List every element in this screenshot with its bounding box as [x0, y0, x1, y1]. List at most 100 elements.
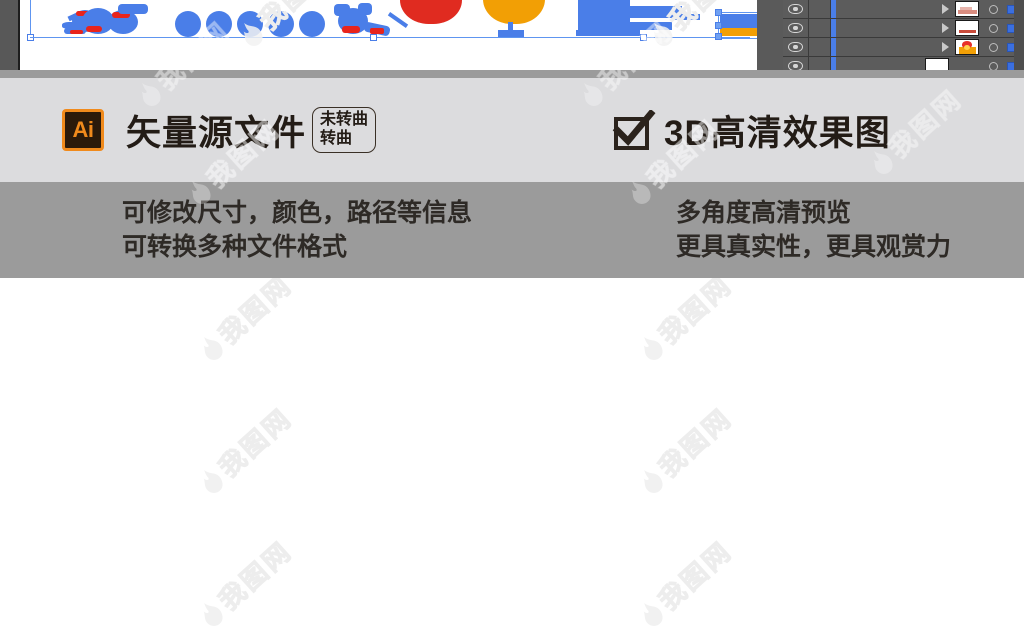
selection-handle-mid-right[interactable]	[640, 34, 647, 41]
vector-shape	[70, 30, 83, 34]
description-line: 多角度高清预览	[676, 198, 852, 227]
vector-text-outline	[672, 14, 700, 20]
selection-handle-ml[interactable]	[715, 22, 722, 29]
feature-description-band: 可修改尺寸，颜色，路径等信息 可转换多种文件格式 多角度高清预览 更具真实性，更…	[0, 113, 1024, 278]
layer-thumbnail	[955, 20, 979, 36]
triangle-right-icon[interactable]	[942, 4, 949, 14]
layer-lock-toggle[interactable]	[809, 57, 831, 70]
watermark-text: 我图网	[883, 83, 969, 165]
layer-color-bar	[831, 0, 836, 18]
layer-row[interactable]	[783, 0, 1024, 19]
layer-thumbnail	[955, 1, 979, 17]
adobe-illustrator-icon: Ai	[62, 109, 104, 151]
illustrator-strip-bottom-bar	[0, 70, 1024, 78]
description-line: 可转换多种文件格式	[122, 233, 348, 261]
watermark-text: 我图网	[250, 0, 339, 37]
vector-shape	[118, 4, 148, 14]
flame-logo-icon	[583, 82, 603, 106]
vector-shape	[86, 26, 102, 32]
vector-shape	[237, 11, 263, 37]
description-line: 可修改尺寸，颜色，路径等信息	[122, 198, 473, 227]
vector-shape	[358, 3, 372, 15]
layer-visibility-toggle[interactable]	[783, 0, 809, 18]
layer-color-bar	[831, 19, 836, 37]
layer-visibility-toggle[interactable]	[783, 57, 809, 70]
watermark-text: 我图网	[653, 278, 739, 350]
selection-bounds-top	[718, 12, 757, 13]
page-root: 我图网 我图网	[0, 0, 1024, 633]
watermark-text: 我图网	[213, 402, 299, 484]
vector-shape	[299, 11, 325, 37]
curve-status-tag: 未转曲 转曲	[312, 106, 377, 154]
layer-visibility-toggle[interactable]	[783, 38, 809, 56]
watermark-field: 我图网我图网我图网我图网我图网我图网我图网我图网	[0, 278, 1024, 633]
target-circle-icon[interactable]	[989, 42, 998, 52]
vector-shape	[175, 11, 201, 37]
layer-lock-toggle[interactable]	[809, 0, 831, 18]
watermark: 我图网	[632, 399, 739, 501]
layers-panel[interactable]	[783, 0, 1024, 70]
balloon-red	[400, 0, 462, 24]
illustrator-left-rail	[0, 0, 18, 70]
feature-right-title-text: 3D高清效果图	[664, 113, 891, 153]
selection-guide-vertical	[30, 0, 31, 38]
vector-shape	[206, 11, 232, 37]
vector-text-outline	[576, 30, 640, 36]
triangle-right-icon[interactable]	[942, 42, 949, 52]
vector-shape	[342, 26, 360, 33]
watermark: 我图网	[632, 278, 739, 367]
feature-right-title: 3D高清效果图	[612, 78, 891, 182]
vector-text-outline	[630, 22, 672, 30]
flame-logo-icon	[643, 469, 663, 493]
flame-logo-icon	[203, 602, 223, 626]
checkbox-checked-icon	[612, 110, 656, 150]
vector-shape	[498, 30, 524, 37]
eye-icon	[788, 23, 803, 33]
selection-bounds-bottom	[718, 38, 757, 39]
layer-thumbnail	[925, 58, 949, 70]
target-circle-icon[interactable]	[989, 23, 998, 33]
watermark: 我图网	[632, 532, 739, 633]
watermark: 我图网	[192, 278, 299, 367]
curve-tag-line-1: 未转曲	[320, 110, 369, 128]
layers-panel-scrollbar[interactable]	[1014, 0, 1024, 70]
feature-title-band: Ai 矢量源文件 未转曲 转曲 3D高清效果图 我图网 我图网 我图网	[0, 15, 1024, 182]
flame-logo-icon	[643, 336, 663, 360]
watermark-text: 我图网	[653, 402, 739, 484]
watermark-text: 我图网	[213, 535, 299, 617]
selection-handle-tl[interactable]	[715, 9, 722, 16]
eye-icon	[788, 61, 803, 70]
selection-handle-bl[interactable]	[715, 33, 722, 40]
illustrator-artboard[interactable]: 我图网 我图网	[20, 0, 757, 70]
watermark-text: 我图网	[653, 535, 739, 617]
vector-text-outline	[578, 0, 630, 34]
layer-row[interactable]	[783, 57, 1024, 70]
layer-row[interactable]	[783, 19, 1024, 38]
description-line: 更具真实性，更具观赏力	[676, 233, 952, 261]
flame-logo-icon	[643, 602, 663, 626]
layer-lock-toggle[interactable]	[809, 38, 831, 56]
feature-left-title: Ai 矢量源文件 未转曲 转曲	[62, 78, 377, 182]
layer-color-bar	[831, 57, 836, 70]
watermark: 我图网	[192, 399, 299, 501]
layer-color-bar	[831, 38, 836, 56]
selection-handle-mid[interactable]	[370, 34, 377, 41]
feature-left-description: 可修改尺寸，颜色，路径等信息 可转换多种文件格式	[122, 182, 472, 278]
balloon-orange	[483, 0, 545, 24]
eye-icon	[788, 42, 803, 52]
watermark: 我图网	[192, 532, 299, 633]
triangle-right-icon[interactable]	[942, 23, 949, 33]
flame-logo-icon	[203, 469, 223, 493]
feature-right-description: 多角度高清预览 更具真实性，更具观赏力	[676, 182, 951, 278]
layer-lock-toggle[interactable]	[809, 19, 831, 37]
illustrator-panel-gutter	[757, 0, 783, 70]
feature-left-title-text: 矢量源文件	[126, 113, 307, 153]
layer-visibility-toggle[interactable]	[783, 19, 809, 37]
layer-row[interactable]	[783, 38, 1024, 57]
banner-blue-shape	[720, 14, 757, 28]
layer-thumbnail	[955, 39, 979, 55]
illustrator-screenshot-strip: 我图网 我图网	[0, 0, 1024, 78]
target-circle-icon[interactable]	[989, 61, 998, 70]
target-circle-icon[interactable]	[989, 4, 998, 14]
vector-shape	[334, 4, 350, 16]
